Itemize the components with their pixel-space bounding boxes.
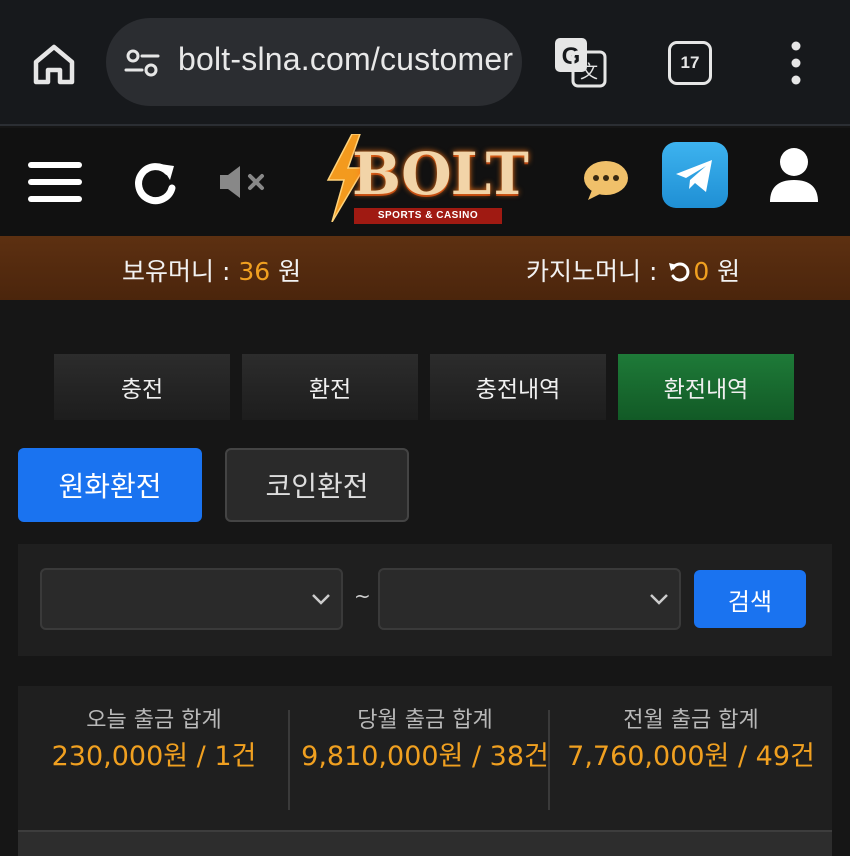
tab-switcher-button[interactable]: 17 bbox=[668, 41, 712, 85]
balance-bar: 보유머니 : 36 원 카지노머니 : 0 원 bbox=[0, 236, 850, 300]
undo-icon[interactable] bbox=[667, 259, 691, 283]
stat-label: 전월 출금 합계 bbox=[623, 708, 759, 733]
stat-value: 9,810,000원 / 38건 bbox=[301, 741, 549, 772]
chat-icon[interactable] bbox=[582, 158, 630, 202]
menu-icon[interactable] bbox=[28, 162, 82, 202]
logo-wordmark: BOLT bbox=[352, 140, 529, 208]
more-options-icon[interactable] bbox=[784, 38, 808, 88]
site-logo[interactable]: BOLT SPORTS & CASINO bbox=[318, 134, 534, 230]
stat-value: 230,000원 / 1건 bbox=[51, 741, 257, 772]
stat-label: 당월 출금 합계 bbox=[357, 708, 493, 733]
tab-withdraw-history[interactable]: 환전내역 bbox=[618, 354, 794, 420]
money-balance: 보유머니 : 36 원 bbox=[122, 252, 301, 288]
money-value: 36 bbox=[238, 257, 271, 286]
svg-text:文: 文 bbox=[580, 62, 598, 83]
tab-withdraw[interactable]: 환전 bbox=[242, 354, 418, 420]
chevron-down-icon bbox=[650, 594, 668, 605]
casino-unit: 원 bbox=[709, 257, 741, 286]
stat-value: 7,760,000원 / 49건 bbox=[567, 741, 815, 772]
user-icon[interactable] bbox=[768, 146, 820, 204]
stat-last-month: 전월 출금 합계 7,760,000원 / 49건 bbox=[560, 702, 822, 774]
translate-icon[interactable]: G 文 bbox=[553, 36, 607, 88]
telegram-icon[interactable] bbox=[662, 142, 728, 208]
main-content: 충전 환전 충전내역 환전내역 원화환전 코인환전 ~ 검색 오늘 출금 합계 … bbox=[0, 300, 850, 856]
site-header: BOLT SPORTS & CASINO bbox=[0, 128, 850, 236]
casino-value: 0 bbox=[693, 257, 710, 286]
date-range-separator: ~ bbox=[354, 584, 371, 608]
tab-deposit[interactable]: 충전 bbox=[54, 354, 230, 420]
won-exchange-button[interactable]: 원화환전 bbox=[18, 448, 202, 522]
logo-tagline: SPORTS & CASINO bbox=[354, 208, 502, 224]
home-icon[interactable] bbox=[30, 40, 78, 88]
url-text[interactable]: bolt-slna.com/customer bbox=[178, 41, 513, 78]
stat-label: 오늘 출금 합계 bbox=[86, 708, 222, 733]
date-filter-panel: ~ 검색 bbox=[18, 544, 832, 656]
history-table-header bbox=[18, 830, 832, 856]
mute-icon[interactable] bbox=[218, 164, 270, 200]
divider bbox=[288, 710, 290, 810]
stat-today: 오늘 출금 합계 230,000원 / 1건 bbox=[18, 702, 290, 774]
svg-text:G: G bbox=[562, 43, 581, 70]
search-button[interactable]: 검색 bbox=[694, 570, 806, 628]
casino-balance: 카지노머니 : 0 원 bbox=[526, 252, 740, 288]
start-date-select[interactable] bbox=[40, 568, 343, 630]
browser-toolbar: bolt-slna.com/customer G 文 17 bbox=[0, 0, 850, 126]
refresh-icon[interactable] bbox=[130, 158, 180, 208]
site-settings-icon[interactable] bbox=[124, 48, 160, 78]
coin-exchange-button[interactable]: 코인환전 bbox=[225, 448, 409, 522]
divider bbox=[548, 710, 550, 810]
chevron-down-icon bbox=[312, 594, 330, 605]
stat-this-month: 당월 출금 합계 9,810,000원 / 38건 bbox=[300, 702, 550, 774]
end-date-select[interactable] bbox=[378, 568, 681, 630]
money-label: 보유머니 : bbox=[122, 257, 239, 286]
tab-deposit-history[interactable]: 충전내역 bbox=[430, 354, 606, 420]
casino-label: 카지노머니 : bbox=[526, 257, 666, 286]
withdrawal-stats-panel: 오늘 출금 합계 230,000원 / 1건 당월 출금 합계 9,810,00… bbox=[18, 686, 832, 832]
money-unit: 원 bbox=[270, 257, 302, 286]
address-bar[interactable]: bolt-slna.com/customer bbox=[106, 18, 522, 106]
